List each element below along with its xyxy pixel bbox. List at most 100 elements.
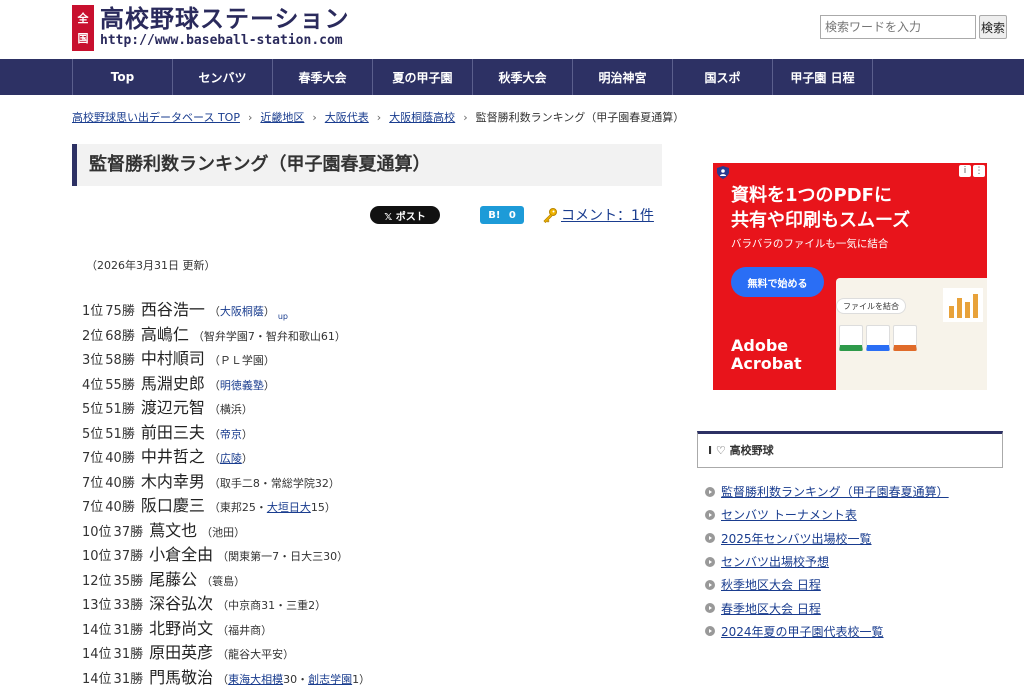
ad-merge-pill-label: ファイルを結合 xyxy=(843,301,899,311)
school-text: （東邦25・ xyxy=(208,501,267,514)
breadcrumb-link-osaka[interactable]: 大阪代表 xyxy=(325,109,369,125)
breadcrumb-link-osaka-toin[interactable]: 大阪桐蔭高校 xyxy=(389,109,455,125)
manager-name: 深谷弘次 xyxy=(149,594,214,613)
breadcrumb-separator-icon: › xyxy=(463,110,468,124)
x-post-button[interactable]: 𝕏 ポスト xyxy=(370,206,440,224)
sidebar-link[interactable]: 春季地区大会 日程 xyxy=(721,600,821,617)
ad-file-tiles xyxy=(839,325,920,351)
school-link[interactable]: 明徳義塾 xyxy=(220,379,264,392)
school-link[interactable]: 東海大相模 xyxy=(228,673,283,686)
manager-name: 西谷浩一 xyxy=(140,300,205,319)
school-info: （智弁学園7・智弁和歌山61） xyxy=(193,328,346,344)
breadcrumb-separator-icon: › xyxy=(247,110,253,124)
school-info: （帝京） xyxy=(209,426,253,442)
ranking-row: 5位 51勝 前田三夫 （帝京） xyxy=(82,419,370,444)
arrow-bullet-icon xyxy=(705,579,715,590)
manager-name: 渡辺元智 xyxy=(140,398,205,417)
ad-info-icon[interactable]: i xyxy=(959,165,971,177)
page-title: 監督勝利数ランキング（甲子園春夏通算） xyxy=(72,144,662,186)
rank-position: 7位 xyxy=(82,475,104,491)
rank-position: 3位 xyxy=(82,353,104,368)
hatena-bookmark-button[interactable]: B! 0 xyxy=(480,206,524,224)
rank-position: 2位 xyxy=(82,328,104,344)
manager-name: 阪口慶三 xyxy=(140,496,205,515)
school-link[interactable]: 大垣日大 xyxy=(267,501,311,514)
rank-position: 14位 xyxy=(82,622,112,638)
logo-badge-char-1: 全 xyxy=(77,12,89,25)
school-text: （ xyxy=(208,378,220,392)
school-text: （龍谷大平安） xyxy=(217,648,295,661)
rank-wins: 31勝 xyxy=(113,647,144,662)
nav-item-koshien-schedule[interactable]: 甲子園 日程 xyxy=(773,59,873,95)
sidebar-widget-title: I ♡ 高校野球 xyxy=(697,431,1003,468)
search-form: 検索 xyxy=(820,15,1007,39)
rank-wins: 31勝 xyxy=(113,671,144,687)
nav-item-meiji-jingu[interactable]: 明治神宮 xyxy=(573,59,673,95)
school-text: （ＰＬ学園） xyxy=(208,354,275,367)
rank-wins: 75勝 xyxy=(105,304,135,319)
rank-wins: 37勝 xyxy=(113,549,144,564)
rank-wins: 51勝 xyxy=(105,426,135,442)
sidebar-link[interactable]: 2024年夏の甲子園代表校一覧 xyxy=(721,623,884,640)
nav-item-kokuspo[interactable]: 国スポ xyxy=(673,59,773,95)
key-icon xyxy=(543,208,557,223)
manager-name: 門馬敬治 xyxy=(149,667,214,687)
arrow-bullet-icon xyxy=(705,533,715,544)
rank-position: 5位 xyxy=(82,402,104,417)
nav-item-autumn[interactable]: 秋季大会 xyxy=(473,59,573,95)
school-text: （横浜） xyxy=(208,403,253,416)
search-button[interactable]: 検索 xyxy=(979,15,1007,39)
rank-wins: 31勝 xyxy=(113,622,144,638)
school-link[interactable]: 大阪桐蔭 xyxy=(220,305,264,318)
breadcrumb-link-db-top[interactable]: 高校野球思い出データベース TOP xyxy=(72,109,240,125)
nav-item-summer-koshien[interactable]: 夏の甲子園 xyxy=(373,59,473,95)
school-link[interactable]: 創志学園 xyxy=(308,673,352,686)
sidebar-link[interactable]: センバツ出場校予想 xyxy=(721,553,829,570)
sidebar-link[interactable]: 2025年センバツ出場校一覧 xyxy=(721,530,872,547)
sidebar-link[interactable]: センバツ トーナメント表 xyxy=(721,506,857,523)
school-text: ） xyxy=(263,305,275,318)
updated-date: （2026年3月31日 更新） xyxy=(86,259,216,272)
manager-name: 北野尚文 xyxy=(149,618,214,638)
school-link[interactable]: 広陵 xyxy=(220,452,242,465)
breadcrumb-link-kinki[interactable]: 近畿地区 xyxy=(260,109,304,125)
rank-position: 5位 xyxy=(82,426,104,442)
manager-name: 尾藤公 xyxy=(149,569,198,589)
ad-cta-button[interactable]: 無料で始める xyxy=(731,267,824,297)
school-info: （東邦25・大垣日大15） xyxy=(209,499,336,515)
ranking-row: 14位 31勝 原田英彦 （龍谷大平安） xyxy=(82,639,370,664)
nav-item-spring[interactable]: 春季大会 xyxy=(273,59,373,95)
sidebar-link[interactable]: 秋季地区大会 日程 xyxy=(721,576,821,593)
rank-position: 14位 xyxy=(82,647,112,662)
school-text: （ xyxy=(208,427,220,441)
rank-wins: 68勝 xyxy=(105,328,135,344)
ranking-row: 7位 40勝 阪口慶三 （東邦25・大垣日大15） xyxy=(82,492,370,517)
site-url: http://www.baseball-station.com xyxy=(100,33,343,48)
rank-wins: 40勝 xyxy=(105,451,135,466)
sidebar-link[interactable]: 監督勝利数ランキング（甲子園春夏通算） xyxy=(721,483,949,500)
ad-menu-icon[interactable]: ⋮ xyxy=(973,165,985,177)
school-link[interactable]: 帝京 xyxy=(220,428,242,441)
rank-wins: 37勝 xyxy=(113,524,144,540)
ranking-row: 13位 33勝 深谷弘次 （中京商31・三重2） xyxy=(82,590,370,615)
rank-position: 14位 xyxy=(82,671,112,687)
arrow-bullet-icon xyxy=(705,509,715,520)
ad-banner[interactable]: i ⋮ 資料を1つのPDFに 共有や印刷もスムーズ バラバラのファイルも一気に結… xyxy=(713,163,987,390)
sidebar-link-item: 秋季地区大会 日程 xyxy=(705,573,949,596)
ranking-row: 3位 58勝 中村順司 （ＰＬ学園） xyxy=(82,345,370,370)
rank-position: 13位 xyxy=(82,598,112,613)
search-input[interactable] xyxy=(820,15,976,39)
school-info: （ＰＬ学園） xyxy=(209,352,275,368)
comment-link[interactable]: コメント：1件 xyxy=(542,205,654,225)
nav-item-senbatsu[interactable]: センバツ xyxy=(173,59,273,95)
school-text: （智弁学園7・智弁和歌山61） xyxy=(192,329,346,343)
site-logo[interactable]: 全 国 高校野球ステーション http://www.baseball-stati… xyxy=(72,5,350,51)
school-info: （横浜） xyxy=(209,401,253,417)
ad-headline-line-2: 共有や印刷もスムーズ xyxy=(731,210,911,231)
arrow-bullet-icon xyxy=(705,556,715,567)
nav-item-top[interactable]: Top xyxy=(73,59,173,95)
rank-wins: 40勝 xyxy=(105,500,135,515)
rank-wins: 51勝 xyxy=(105,402,135,417)
ranking-row: 2位 68勝 高嶋仁 （智弁学園7・智弁和歌山61） xyxy=(82,321,370,346)
hatena-label: B! xyxy=(488,209,501,221)
